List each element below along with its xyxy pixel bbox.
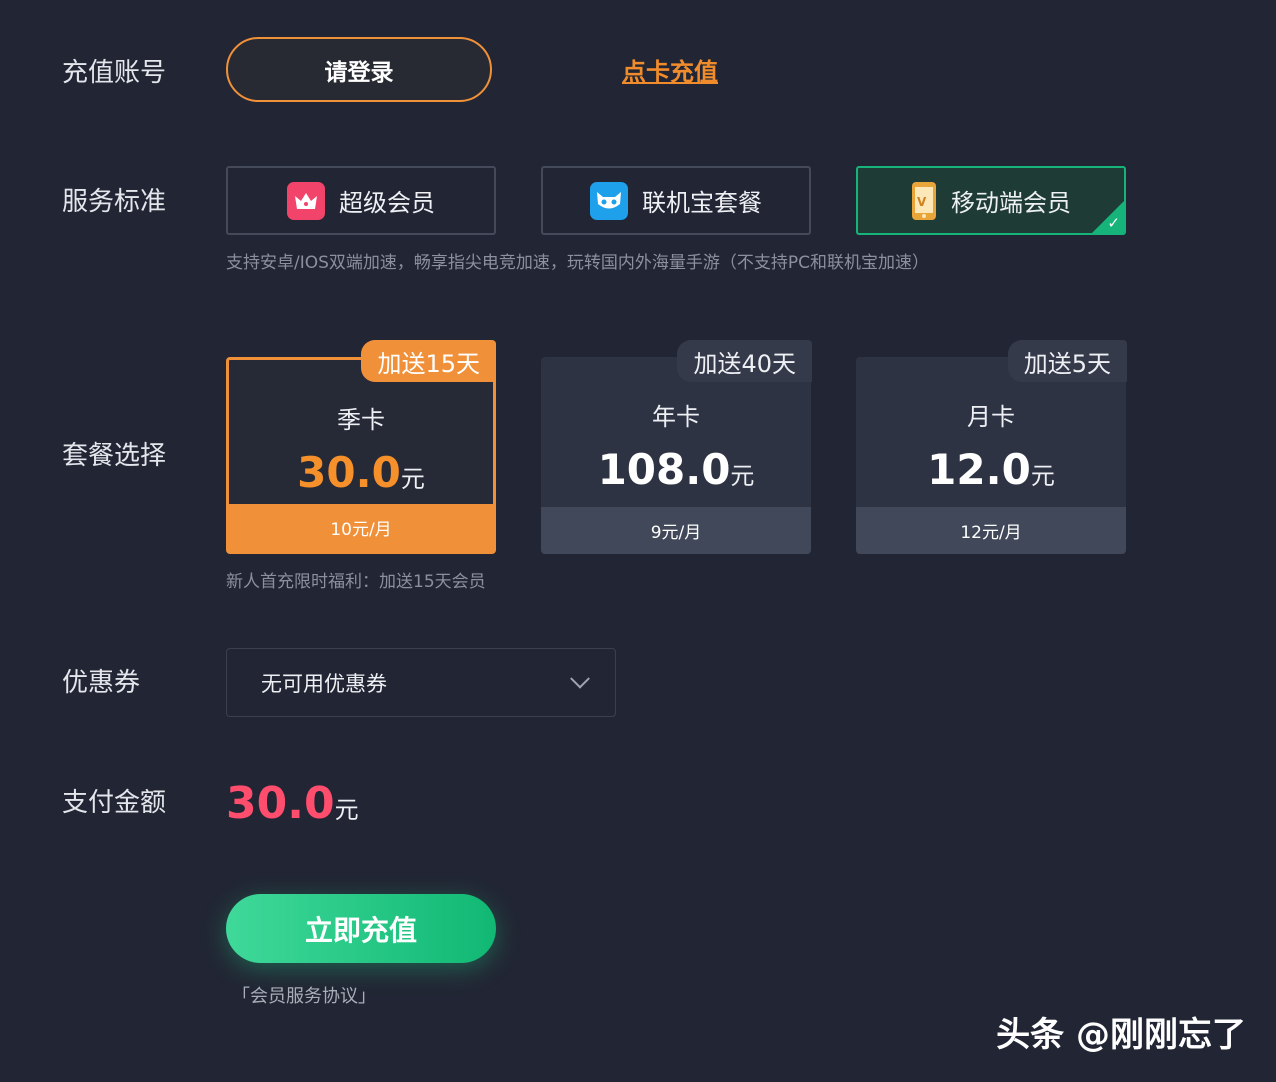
svg-text:V: V: [917, 195, 927, 209]
plan-price: 108.0元: [597, 445, 755, 494]
plan-card-yearly[interactable]: 加送40天 年卡 108.0元 9元/月: [541, 340, 812, 554]
plan-monthly-price: 12元/月: [856, 507, 1126, 554]
login-button[interactable]: 请登录: [226, 37, 492, 102]
phone-vip-icon: V: [911, 181, 937, 220]
coupon-select[interactable]: 无可用优惠券: [226, 648, 616, 717]
service-tab-mobile-vip[interactable]: V 移动端会员 ✓: [856, 166, 1126, 235]
amount-row-label: 支付金额: [62, 788, 167, 818]
plan-bonus-badge: 加送40天: [677, 340, 812, 382]
plan-bonus-badge: 加送15天: [361, 340, 496, 382]
service-row-label: 服务标准: [62, 187, 167, 217]
plan-monthly-price: 9元/月: [541, 507, 811, 554]
plan-bonus-badge: 加送5天: [1007, 340, 1127, 382]
card-recharge-link[interactable]: 点卡充值: [622, 56, 718, 88]
service-hint: 支持安卓/IOS双端加速，畅享指尖电竞加速，玩转国内外海量手游（不支持PC和联机…: [226, 253, 930, 273]
plan-card-quarterly[interactable]: 加送15天 季卡 30.0元 10元/月: [226, 340, 496, 554]
plan-name: 年卡: [652, 403, 700, 431]
plan-card-monthly[interactable]: 加送5天 月卡 12.0元 12元/月: [856, 340, 1127, 554]
watermark: 头条 @刚刚忘了: [996, 1015, 1246, 1055]
service-tab-lianjibao[interactable]: 联机宝套餐: [541, 166, 811, 235]
service-tab-label: 联机宝套餐: [642, 189, 762, 217]
service-tab-label: 超级会员: [339, 189, 435, 217]
plan-name: 季卡: [337, 406, 385, 434]
plan-price: 12.0元: [927, 445, 1055, 494]
plan-row-label: 套餐选择: [62, 441, 167, 471]
recharge-button[interactable]: 立即充值: [226, 894, 496, 963]
crown-icon: [287, 181, 325, 220]
pay-amount: 30.0元: [226, 778, 359, 829]
mascot-icon: [590, 181, 628, 220]
check-icon: ✓: [1107, 214, 1120, 232]
service-tab-label: 移动端会员: [951, 189, 1071, 217]
service-tab-super-vip[interactable]: 超级会员: [226, 166, 496, 235]
plan-hint: 新人首充限时福利：加送15天会员: [226, 572, 486, 592]
chevron-down-icon: [570, 668, 590, 689]
plan-name: 月卡: [967, 403, 1015, 431]
membership-agreement-link[interactable]: 「会员服务协议」: [232, 985, 376, 1009]
coupon-value: 无可用优惠券: [261, 671, 387, 696]
plan-price: 30.0元: [297, 448, 425, 497]
coupon-row-label: 优惠券: [62, 668, 141, 698]
account-row-label: 充值账号: [62, 58, 167, 88]
plan-monthly-price: 10元/月: [229, 504, 493, 551]
